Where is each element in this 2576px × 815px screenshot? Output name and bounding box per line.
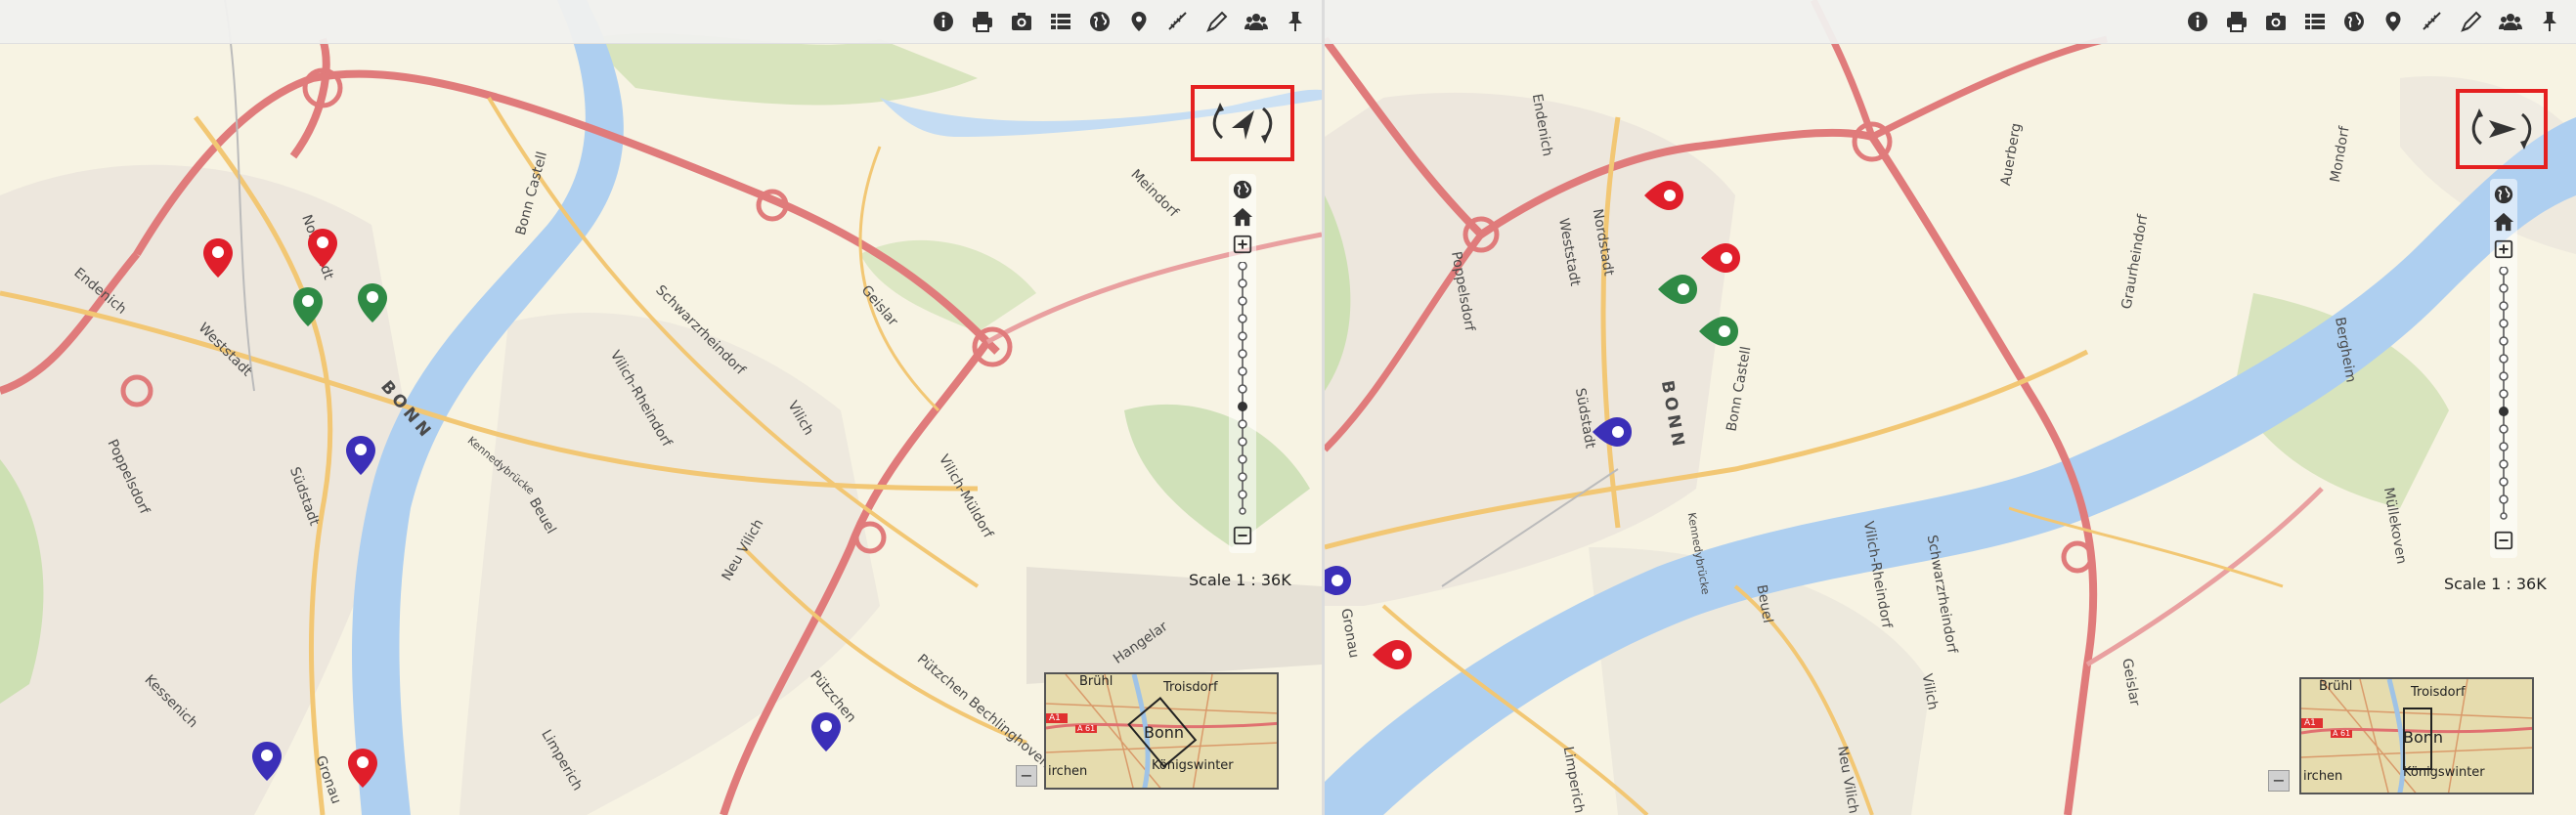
camera-icon[interactable] — [1005, 5, 1038, 38]
print-icon[interactable] — [2220, 5, 2253, 38]
overview-label-konigswinter: Königswinter — [2403, 765, 2485, 780]
overview-label-troisdorf: Troisdorf — [2411, 685, 2466, 700]
globe-icon[interactable] — [1229, 176, 1256, 203]
pin-icon[interactable] — [1279, 5, 1312, 38]
overview-collapse-button[interactable]: − — [2268, 770, 2290, 792]
map-marker-green[interactable] — [356, 281, 389, 324]
zoom-out-icon[interactable] — [2490, 527, 2517, 554]
map-scale-label: Scale 1 : 36K — [2444, 575, 2547, 593]
map-marker-blue[interactable] — [809, 710, 843, 753]
map-marker-green[interactable] — [1656, 273, 1699, 306]
zoom-bar-right — [2490, 179, 2517, 558]
globe-icon[interactable] — [2337, 5, 2371, 38]
zoom-in-icon[interactable] — [2490, 236, 2517, 263]
overview-map-left[interactable]: Brühl Troisdorf Bonn Königswinter irchen… — [1044, 672, 1279, 790]
overview-label-bonn: Bonn — [1144, 723, 1185, 742]
map-rotation-button[interactable] — [2456, 89, 2548, 169]
overview-label-kirchen: irchen — [2303, 769, 2343, 784]
overview-label-a61: A 61 — [1077, 724, 1096, 733]
zoom-slider-left[interactable] — [1229, 262, 1256, 516]
overview-label-bruhl: Brühl — [2319, 679, 2353, 694]
globe-icon[interactable] — [1083, 5, 1116, 38]
location-pin-icon[interactable] — [2377, 5, 2410, 38]
map-marker-red[interactable] — [201, 236, 235, 279]
home-icon[interactable] — [2490, 208, 2517, 236]
zoom-bar-left — [1229, 174, 1256, 553]
map-marker-red[interactable] — [1371, 638, 1414, 671]
print-icon[interactable] — [966, 5, 999, 38]
map-marker-blue[interactable] — [250, 740, 284, 783]
draw-icon[interactable] — [1201, 5, 1234, 38]
map-marker-red[interactable] — [346, 747, 379, 790]
overview-label-bonn: Bonn — [2403, 728, 2444, 747]
overview-label-bruhl: Brühl — [1079, 674, 1113, 689]
zoom-slider-right[interactable] — [2490, 267, 2517, 521]
map-marker-red[interactable] — [306, 227, 339, 270]
overview-label-troisdorf: Troisdorf — [1163, 680, 1218, 695]
map-marker-blue[interactable] — [1591, 415, 1634, 449]
zoom-in-icon[interactable] — [1229, 231, 1256, 258]
overview-label-a1: A1 — [2304, 718, 2316, 728]
map-marker-red[interactable] — [1642, 179, 1685, 212]
map-marker-green[interactable] — [1697, 315, 1740, 348]
map-marker-blue[interactable] — [344, 434, 377, 477]
overview-collapse-button[interactable]: − — [1016, 765, 1037, 787]
overview-label-konigswinter: Königswinter — [1152, 758, 1234, 773]
users-icon[interactable] — [1240, 5, 1273, 38]
measure-icon[interactable] — [2416, 5, 2449, 38]
location-pin-icon[interactable] — [1122, 5, 1156, 38]
map-marker-blue[interactable] — [1325, 564, 1353, 597]
overview-label-a61: A 61 — [2333, 729, 2351, 738]
map-marker-red[interactable] — [1699, 241, 1742, 275]
home-icon[interactable] — [1229, 203, 1256, 231]
zoom-out-icon[interactable] — [1229, 522, 1256, 549]
map-toolbar-right — [1325, 0, 2576, 44]
map-marker-green[interactable] — [291, 285, 325, 328]
info-icon[interactable] — [927, 5, 960, 38]
users-icon[interactable] — [2494, 5, 2527, 38]
overview-map-right[interactable]: Brühl Troisdorf Bonn Königswinter irchen… — [2299, 677, 2534, 794]
map-toolbar-left — [0, 0, 1322, 44]
list-icon[interactable] — [2298, 5, 2332, 38]
draw-icon[interactable] — [2455, 5, 2488, 38]
globe-icon[interactable] — [2490, 181, 2517, 208]
measure-icon[interactable] — [1161, 5, 1195, 38]
rotate-east-arrow-icon — [2471, 108, 2532, 150]
list-icon[interactable] — [1044, 5, 1077, 38]
overview-label-kirchen: irchen — [1048, 764, 1088, 779]
camera-icon[interactable] — [2259, 5, 2292, 38]
info-icon[interactable] — [2181, 5, 2214, 38]
pin-icon[interactable] — [2533, 5, 2566, 38]
overview-label-a1: A1 — [1049, 713, 1061, 723]
map-rotation-button[interactable] — [1191, 85, 1294, 161]
map-scale-label: Scale 1 : 36K — [1189, 571, 1291, 589]
map-pane-left[interactable]: Endenich Weststadt BONN Poppelsdorf Süds… — [0, 0, 1322, 815]
map-pane-right[interactable]: Endenich Weststadt BONN Poppelsdorf Süds… — [1325, 0, 2576, 815]
rotate-north-arrow-icon — [1212, 103, 1273, 144]
